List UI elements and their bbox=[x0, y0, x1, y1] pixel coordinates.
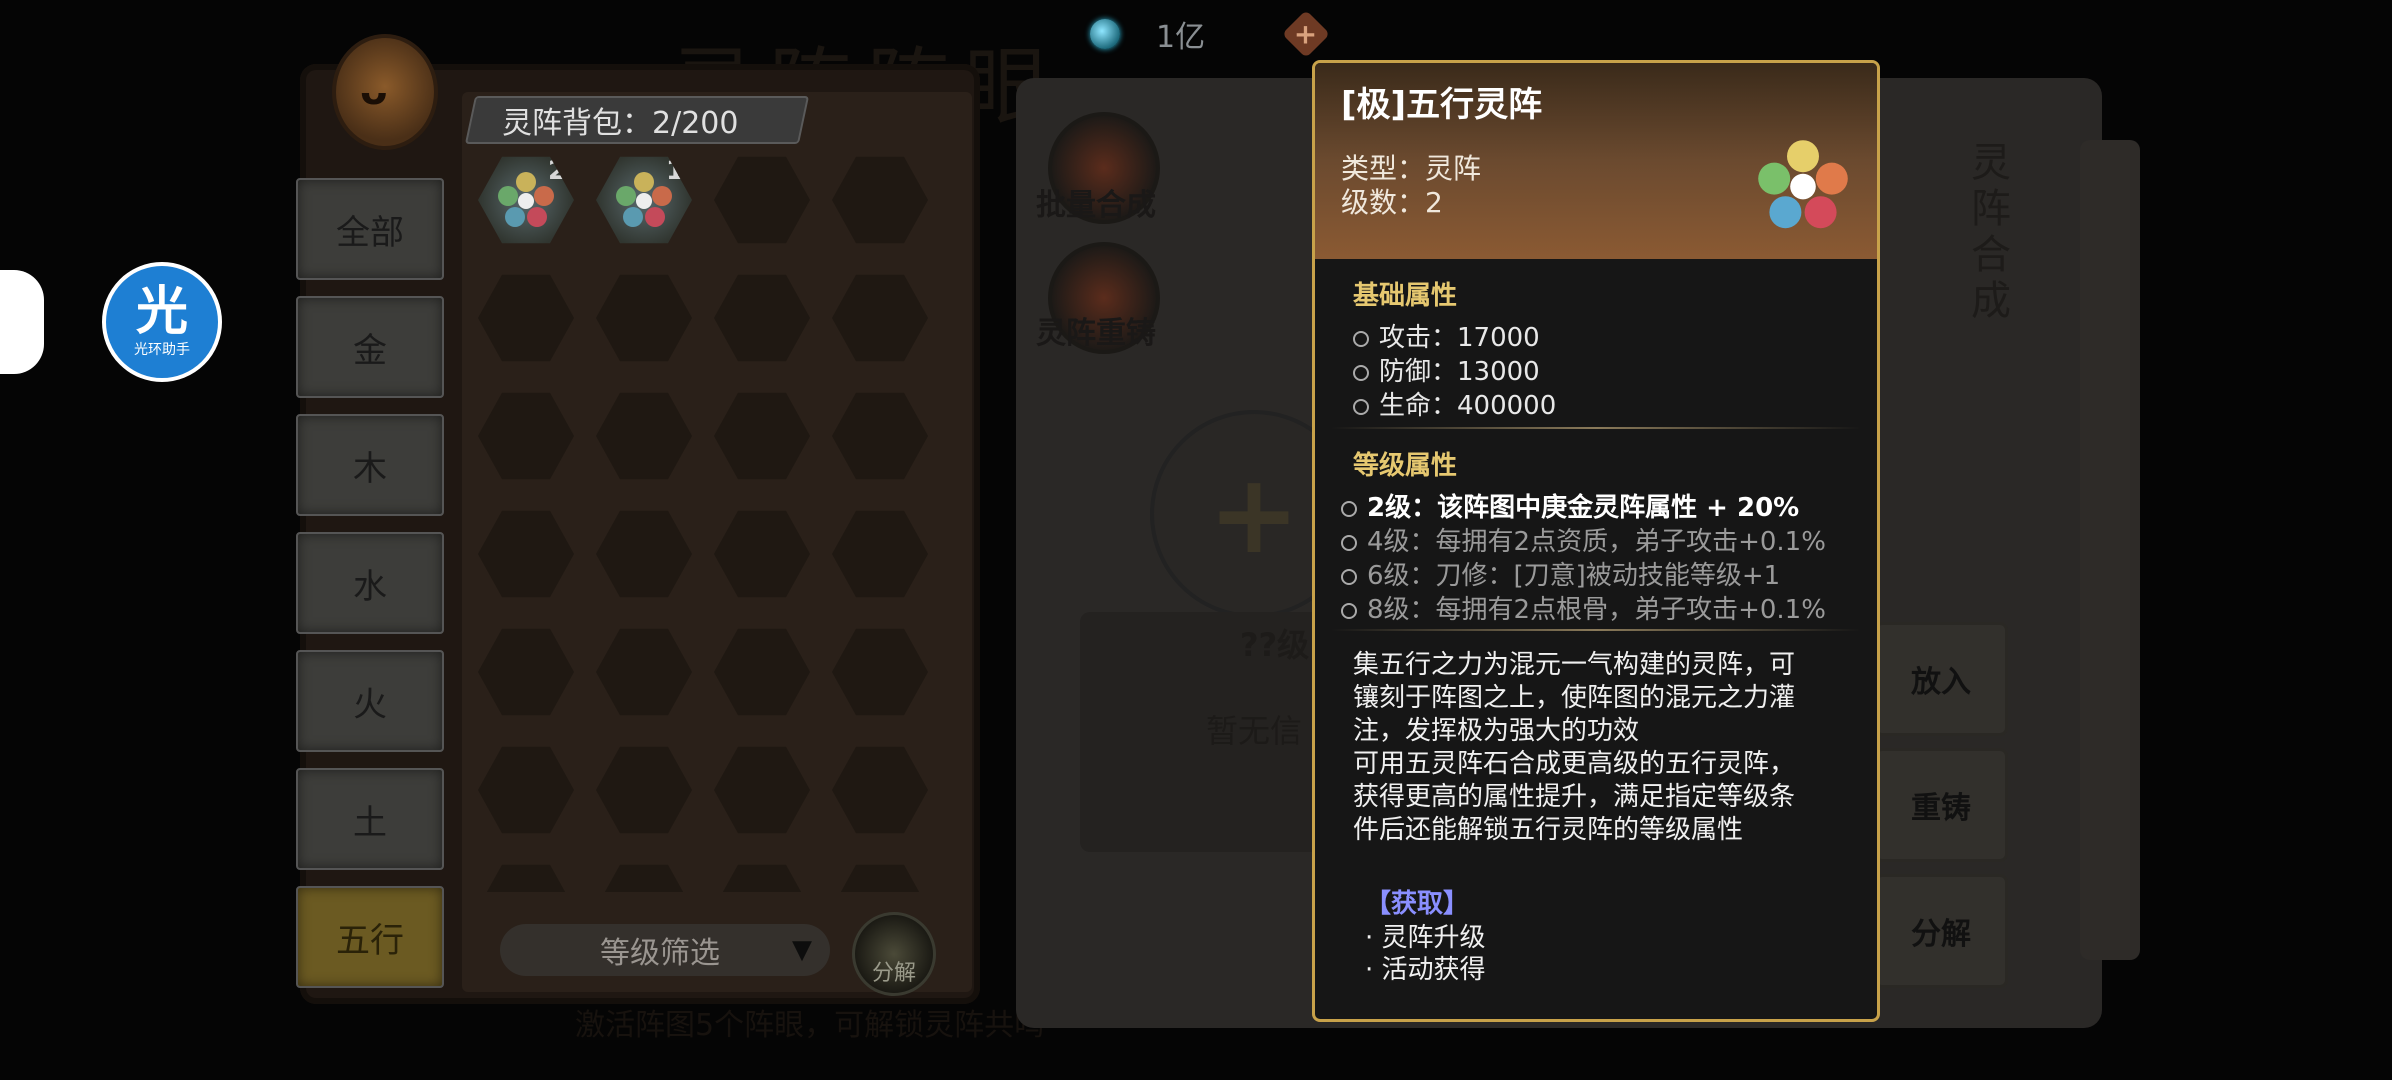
bullet-icon bbox=[1341, 500, 1357, 517]
decompose-round-button[interactable]: 分解 bbox=[852, 912, 936, 996]
inventory-slot[interactable] bbox=[714, 864, 810, 892]
array-reforge-label[interactable]: 灵阵重铸 bbox=[1036, 308, 1156, 352]
reforge-button[interactable]: 重铸 bbox=[1874, 748, 2008, 862]
inventory-slot[interactable] bbox=[478, 274, 574, 362]
tooltip-title: [极]五行灵阵 bbox=[1341, 85, 1543, 125]
item-tooltip: [极]五行灵阵 类型：灵阵 级数：2 基础属性 攻击：17000 防御：1300… bbox=[1312, 60, 1880, 1022]
currency-value: 1亿 bbox=[1156, 20, 1206, 55]
decompose-round-label: 分解 bbox=[871, 961, 916, 986]
divider bbox=[1331, 629, 1861, 631]
bullet-icon bbox=[1353, 398, 1369, 415]
level-filter-label: 等级筛选 bbox=[600, 936, 720, 971]
book-edge bbox=[2080, 140, 2140, 960]
tab-all[interactable]: 全部 bbox=[296, 178, 444, 280]
inventory-slot[interactable] bbox=[596, 864, 692, 892]
unknown-level-label: ??级 bbox=[1240, 626, 1310, 664]
level-attr-4: 4级：每拥有2点资质，弟子攻击+0.1% bbox=[1341, 521, 1826, 558]
assistant-label: 光环助手 bbox=[134, 342, 190, 358]
bullet-icon bbox=[1341, 602, 1357, 619]
synthesis-vertical-title: 灵阵合成 bbox=[1971, 140, 2011, 324]
place-button[interactable]: 放入 bbox=[1874, 622, 2008, 736]
inventory-slot[interactable] bbox=[478, 510, 574, 598]
bag-capacity-label: 灵阵背包：2/200 bbox=[502, 106, 739, 141]
inventory-slot[interactable] bbox=[714, 628, 810, 716]
bullet-icon bbox=[1341, 568, 1357, 585]
tab-water[interactable]: 水 bbox=[296, 532, 444, 634]
batch-synthesis-label[interactable]: 批量合成 bbox=[1036, 180, 1156, 224]
decompose-button[interactable]: 分解 bbox=[1874, 874, 2008, 988]
five-element-array-icon bbox=[1758, 140, 1848, 229]
inventory-slot[interactable] bbox=[832, 510, 928, 598]
divider bbox=[1331, 427, 1861, 429]
five-element-array-icon bbox=[616, 172, 672, 227]
tab-earth[interactable]: 土 bbox=[296, 768, 444, 870]
tab-metal[interactable]: 金 bbox=[296, 296, 444, 398]
inventory-slot[interactable] bbox=[714, 510, 810, 598]
inventory-slot[interactable] bbox=[832, 746, 928, 834]
item-count: 1 bbox=[666, 156, 685, 186]
resonance-hint: 激活阵图5个阵眼，可解锁灵阵共鸣 bbox=[575, 1008, 1045, 1043]
inventory-slot[interactable] bbox=[714, 392, 810, 480]
attr-attack: 攻击：17000 bbox=[1353, 317, 1540, 354]
inventory-slot[interactable] bbox=[596, 746, 692, 834]
tooltip-level: 级数：2 bbox=[1341, 186, 1443, 219]
inventory-slot[interactable] bbox=[478, 628, 574, 716]
inventory-slot[interactable] bbox=[832, 392, 928, 480]
attr-hp: 生命：400000 bbox=[1353, 385, 1556, 422]
level-attributes-title: 等级属性 bbox=[1353, 451, 1458, 481]
inventory-slot[interactable] bbox=[714, 746, 810, 834]
tooltip-header: [极]五行灵阵 类型：灵阵 级数：2 bbox=[1315, 63, 1877, 259]
bullet-icon bbox=[1353, 364, 1369, 381]
inventory-slot[interactable]: 2 bbox=[478, 156, 574, 244]
dropdown-arrow-icon: ▼ bbox=[792, 935, 812, 965]
bullet-icon bbox=[1341, 534, 1357, 551]
attr-defense: 防御：13000 bbox=[1353, 351, 1540, 388]
inventory-slot[interactable] bbox=[832, 628, 928, 716]
five-element-array-icon bbox=[498, 172, 554, 227]
level-filter-dropdown[interactable]: 等级筛选 ▼ bbox=[500, 924, 830, 976]
tab-fire[interactable]: 火 bbox=[296, 650, 444, 752]
level-attr-8: 8级：每拥有2点根骨，弟子攻击+0.1% bbox=[1341, 589, 1826, 626]
inventory-slot[interactable] bbox=[832, 274, 928, 362]
level-attr-6: 6级：刀修：[刀意]被动技能等级+1 bbox=[1341, 555, 1780, 592]
inventory-slot[interactable] bbox=[596, 274, 692, 362]
inventory-slot[interactable]: 1 bbox=[596, 156, 692, 244]
assistant-glyph: 光 bbox=[135, 282, 188, 342]
inventory-slot[interactable] bbox=[478, 746, 574, 834]
inventory-slot[interactable] bbox=[596, 628, 692, 716]
base-attributes-title: 基础属性 bbox=[1353, 281, 1458, 311]
inventory-slot[interactable] bbox=[832, 156, 928, 244]
currency-bar: 1亿 + bbox=[1090, 8, 1331, 60]
item-count: 2 bbox=[548, 156, 567, 186]
tooltip-description: 集五行之力为混元一气构建的灵阵，可 镶刻于阵图之上，使阵图的混元之力灌 注，发挥… bbox=[1353, 650, 1796, 845]
floating-cat-widget[interactable] bbox=[0, 270, 44, 374]
tab-five-elements[interactable]: 五行 bbox=[296, 886, 444, 988]
plus-icon: + bbox=[1207, 450, 1301, 578]
inventory-slot[interactable] bbox=[596, 392, 692, 480]
level-attr-2: 2级：该阵图中庚金灵阵属性 + 20% bbox=[1341, 487, 1799, 524]
tab-wood[interactable]: 木 bbox=[296, 414, 444, 516]
no-info-label: 暂无信 bbox=[1206, 712, 1303, 750]
inventory-slot[interactable] bbox=[832, 864, 928, 892]
spirit-stone-icon bbox=[1090, 19, 1120, 49]
add-currency-icon[interactable]: + bbox=[1282, 9, 1331, 59]
bullet-icon bbox=[1353, 330, 1369, 347]
inventory-slot[interactable] bbox=[714, 156, 810, 244]
assistant-float-button[interactable]: 光 光环助手 bbox=[102, 262, 222, 382]
inventory-slot[interactable] bbox=[478, 392, 574, 480]
inventory-slot[interactable] bbox=[714, 274, 810, 362]
inventory-slot[interactable] bbox=[596, 510, 692, 598]
inventory-slot[interactable] bbox=[478, 864, 574, 892]
cat-mascot-icon: ᴗ bbox=[332, 34, 438, 150]
obtain-title: 【获取】 bbox=[1365, 889, 1470, 919]
inventory-grid: 2 1 bbox=[478, 152, 958, 892]
obtain-item: · 活动获得 bbox=[1365, 955, 1486, 985]
